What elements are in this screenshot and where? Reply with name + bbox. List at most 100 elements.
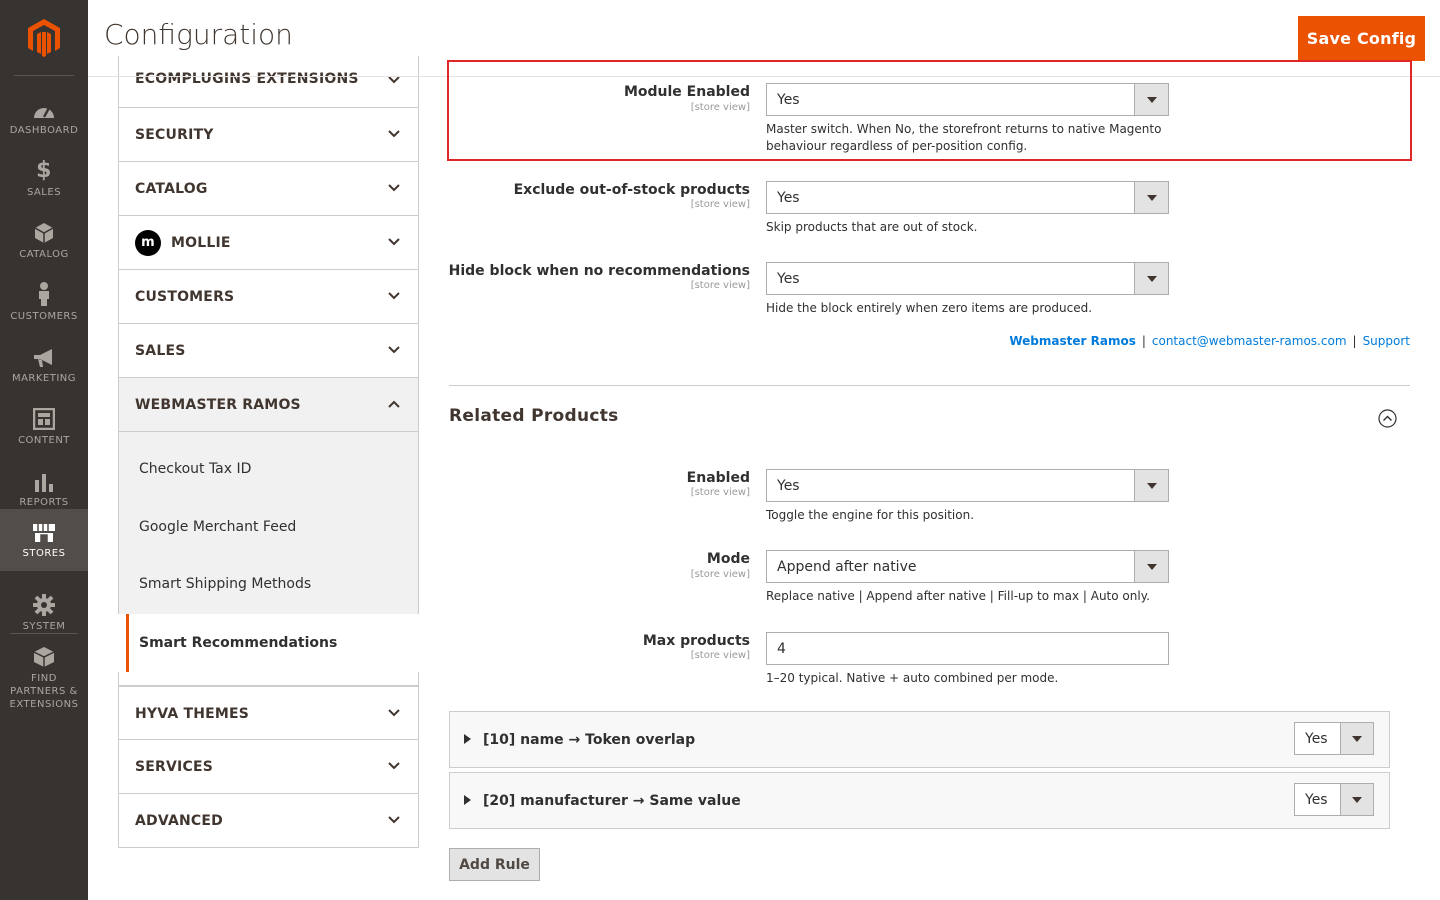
max-products-input[interactable]: 4 (766, 632, 1169, 665)
mode-label: Mode (706, 551, 750, 567)
select-value: Yes (1305, 730, 1328, 747)
collapse-circle-icon[interactable] (1378, 409, 1397, 428)
vendor-links: Webmaster Ramos | contact@webmaster-ramos.… (1009, 334, 1410, 348)
expand-triangle-icon[interactable] (464, 734, 471, 744)
menu-divider (14, 75, 74, 76)
magento-logo[interactable] (0, 0, 88, 76)
person-icon (36, 281, 52, 306)
menu-label: MARKETING (11, 372, 77, 384)
menu-label: STORES (22, 547, 66, 559)
menu-item-partners[interactable]: FIND PARTNERS & EXTENSIONS (0, 642, 88, 714)
dropdown-arrow-icon (1134, 470, 1168, 501)
tab-services[interactable]: SERVICES (118, 740, 419, 794)
mode-note: Replace native | Append after native | F… (766, 589, 1150, 603)
menu-item-customers[interactable]: CUSTOMERS (0, 272, 88, 334)
menu-divider (10, 633, 78, 634)
chevron-down-icon (388, 762, 400, 770)
rule-title: [20] manufacturer → Same value (483, 792, 741, 809)
chevron-down-icon (388, 238, 400, 246)
dropdown-arrow-icon (1340, 784, 1373, 815)
exclude-oos-note: Skip products that are out of stock. (766, 220, 978, 234)
tab-label: SERVICES (135, 758, 213, 775)
tab-label-text: MOLLIE (171, 234, 231, 251)
mode-select[interactable]: Append after native (766, 550, 1169, 583)
tab-label: SALES (135, 342, 186, 359)
menu-item-dashboard[interactable]: DASHBOARD (0, 86, 88, 148)
related-enabled-label: Enabled (686, 470, 750, 486)
tab-label: ADVANCED (135, 812, 223, 829)
tab-hyva-themes[interactable]: HYVA THEMES (118, 686, 419, 740)
menu-item-catalog[interactable]: CATALOG (0, 210, 88, 272)
dropdown-arrow-icon (1134, 182, 1168, 213)
save-config-button[interactable]: Save Config (1298, 16, 1425, 61)
rule-row[interactable]: [20] manufacturer → Same value Yes (449, 772, 1390, 829)
admin-menu: DASHBOARD $ SALES CATALOG CUSTOMERS MARK… (0, 0, 88, 900)
support-link[interactable]: Support (1363, 334, 1410, 348)
tab-webmaster-ramos[interactable]: WEBMASTER RAMOS (118, 378, 419, 432)
hide-block-select[interactable]: Yes (766, 262, 1169, 295)
select-value: Yes (777, 91, 800, 108)
chevron-down-icon (388, 184, 400, 192)
related-products-title[interactable]: Related Products (449, 406, 619, 426)
box-icon (34, 222, 54, 244)
add-rule-button[interactable]: Add Rule (449, 848, 540, 881)
link-separator: | (1352, 334, 1357, 348)
megaphone-icon (32, 346, 56, 368)
tab-label: m MOLLIE (135, 216, 231, 269)
menu-item-content[interactable]: CONTENT (0, 396, 88, 458)
chevron-down-icon (388, 709, 400, 717)
email-link[interactable]: contact@webmaster-ramos.com (1152, 334, 1347, 348)
subitem-smart-shipping-methods[interactable]: Smart Shipping Methods (139, 576, 311, 592)
tab-catalog[interactable]: CATALOG (118, 162, 419, 216)
vendor-link[interactable]: Webmaster Ramos (1009, 334, 1135, 348)
select-value: Append after native (777, 558, 917, 575)
exclude-oos-select[interactable]: Yes (766, 181, 1169, 214)
gear-icon (33, 593, 55, 616)
tab-label: CUSTOMERS (135, 288, 235, 305)
webmaster-ramos-subitems: Checkout Tax ID Google Merchant Feed Sma… (118, 432, 419, 614)
tab-label: WEBMASTER RAMOS (135, 396, 301, 413)
scope-label: [store view] (690, 650, 750, 661)
rule-title: [10] name → Token overlap (483, 731, 696, 748)
rule-row[interactable]: [10] name → Token overlap Yes (449, 711, 1390, 768)
expand-triangle-icon[interactable] (464, 795, 471, 805)
menu-label: SALES (26, 186, 62, 198)
chevron-down-icon (388, 292, 400, 300)
menu-item-system[interactable]: SYSTEM (0, 582, 88, 644)
page-title: Configuration (104, 18, 293, 51)
menu-label: DASHBOARD (9, 124, 79, 136)
tab-sales[interactable]: SALES (118, 324, 419, 378)
tab-ecomplugins[interactable]: ECOMPLUGINS EXTENSIONS (118, 56, 419, 108)
layout-icon (33, 407, 55, 430)
dropdown-arrow-icon (1134, 551, 1168, 582)
menu-item-stores[interactable]: STORES (0, 509, 88, 571)
menu-item-sales[interactable]: $ SALES (0, 148, 88, 210)
tab-mollie[interactable]: m MOLLIE (118, 216, 419, 270)
max-products-label: Max products (642, 633, 750, 649)
subitem-smart-recommendations[interactable]: Smart Recommendations (126, 614, 418, 672)
rule-enabled-select[interactable]: Yes (1294, 783, 1374, 816)
related-enabled-select[interactable]: Yes (766, 469, 1169, 502)
rule-enabled-select[interactable]: Yes (1294, 722, 1374, 755)
subitems-end (118, 672, 419, 686)
module-enabled-select[interactable]: Yes (766, 83, 1169, 116)
tab-advanced[interactable]: ADVANCED (118, 794, 419, 848)
module-enabled-note: Master switch. When No, the storefront r… (766, 122, 1162, 153)
store-icon (32, 521, 56, 543)
magento-logo-icon (28, 19, 60, 57)
subitem-checkout-tax-id[interactable]: Checkout Tax ID (139, 461, 251, 477)
select-value: Yes (777, 189, 800, 206)
dropdown-arrow-icon (1340, 723, 1373, 754)
tab-customers[interactable]: CUSTOMERS (118, 270, 419, 324)
menu-label: CATALOG (19, 248, 69, 260)
menu-item-marketing[interactable]: MARKETING (0, 334, 88, 396)
dashboard-icon (32, 98, 56, 120)
module-enabled-label: Module Enabled (623, 84, 750, 100)
hide-block-label: Hide block when no recommendations (448, 263, 750, 279)
section-divider (449, 385, 1410, 386)
scope-label: [store view] (690, 280, 750, 291)
menu-label: REPORTS (19, 496, 69, 508)
subitem-google-merchant-feed[interactable]: Google Merchant Feed (139, 519, 296, 535)
tab-security[interactable]: SECURITY (118, 108, 419, 162)
dropdown-arrow-icon (1134, 263, 1168, 294)
